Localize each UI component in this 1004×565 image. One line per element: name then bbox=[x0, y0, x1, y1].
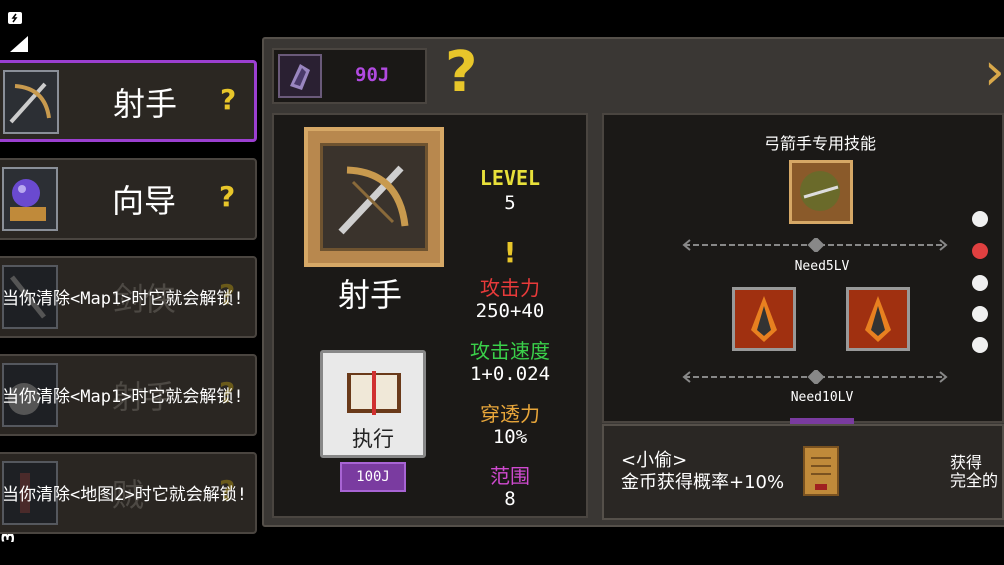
page-dot[interactable] bbox=[972, 275, 988, 291]
pierce-value: 10% bbox=[492, 426, 528, 448]
character-slot-gunner[interactable]: 射手 ? 当你清除<Map1>时它就会解锁! bbox=[0, 354, 257, 436]
character-slot-thief[interactable]: 贼 ? 当你清除<地图2>时它就会解锁! bbox=[0, 452, 257, 534]
acquire-line-1: 获得 bbox=[950, 453, 983, 472]
skill-connector-2 bbox=[682, 370, 948, 384]
level-up-alert-icon[interactable]: ! bbox=[455, 236, 565, 269]
skill-requirement: Need5LV bbox=[794, 259, 850, 274]
help-question-icon[interactable]: ? bbox=[220, 83, 236, 116]
range-label: 范围 bbox=[490, 464, 530, 488]
execute-label: 执行 bbox=[352, 427, 394, 451]
character-slot-wizard[interactable]: 向导 ? bbox=[0, 158, 257, 240]
character-name: 射手 bbox=[113, 85, 178, 123]
page-dot-active[interactable] bbox=[972, 243, 988, 259]
unlock-hint: 当你清除<Map1>时它就会解锁! bbox=[2, 387, 244, 407]
unlock-hint: 当你清除<Map1>时它就会解锁! bbox=[2, 289, 244, 309]
skill-fire-arrow-icon-right[interactable] bbox=[846, 287, 910, 351]
skill-connector-1 bbox=[682, 238, 948, 252]
skill-shield-icon[interactable] bbox=[789, 160, 853, 224]
gem-value: 90J bbox=[355, 64, 390, 86]
next-page-chevron-icon[interactable]: › bbox=[984, 42, 1004, 102]
level-value: 5 bbox=[504, 192, 516, 214]
skill-requirement: Need10LV bbox=[790, 390, 854, 405]
talent-text: <小偷> 金币获得概率+10% bbox=[621, 450, 784, 494]
unlock-hint: 当你清除<地图2>时它就会解锁! bbox=[2, 485, 247, 505]
character-slot-swordsman[interactable]: 剑侠 ? 当你清除<Map1>时它就会解锁! bbox=[0, 256, 257, 338]
attack-speed-value: 1+0.024 bbox=[469, 363, 551, 385]
crossbow-icon bbox=[320, 143, 428, 251]
attack-label: 攻击力 bbox=[480, 276, 540, 300]
gem-icon bbox=[278, 54, 322, 98]
signal-icon bbox=[10, 36, 28, 52]
pierce-label: 穿透力 bbox=[480, 402, 540, 426]
scroll-icon bbox=[803, 446, 839, 496]
level-label: LEVEL bbox=[479, 166, 541, 190]
help-question-icon[interactable]: ? bbox=[219, 180, 235, 213]
hero-name: 射手 bbox=[338, 276, 403, 314]
acquire-text: 获得 完全的 bbox=[950, 454, 998, 490]
range-value: 8 bbox=[504, 488, 516, 510]
character-slot-archer[interactable]: 射手 ? bbox=[0, 60, 257, 142]
orb-portrait-icon bbox=[2, 167, 58, 231]
execute-button[interactable]: 执行 bbox=[320, 350, 426, 458]
acquire-line-2: 完全的 bbox=[950, 471, 999, 490]
book-icon bbox=[347, 371, 401, 415]
attack-value: 250+40 bbox=[475, 300, 545, 322]
talent-name: <小偷> bbox=[621, 450, 688, 471]
hero-portrait bbox=[304, 127, 444, 267]
skill-tree-title: 弓箭手专用技能 bbox=[763, 134, 876, 153]
page-dot[interactable] bbox=[972, 306, 988, 322]
page-dot[interactable] bbox=[972, 211, 988, 227]
crossbow-portrait-icon bbox=[3, 70, 59, 134]
skill-fire-arrow-icon-left[interactable] bbox=[732, 287, 796, 351]
character-name: 向导 bbox=[112, 182, 177, 220]
talent-description: 金币获得概率+10% bbox=[621, 472, 785, 493]
page-dot[interactable] bbox=[972, 337, 988, 353]
execute-cost-button[interactable]: 100J bbox=[340, 462, 406, 492]
attack-speed-label: 攻击速度 bbox=[470, 339, 550, 363]
help-question-icon[interactable]: ? bbox=[445, 40, 477, 105]
